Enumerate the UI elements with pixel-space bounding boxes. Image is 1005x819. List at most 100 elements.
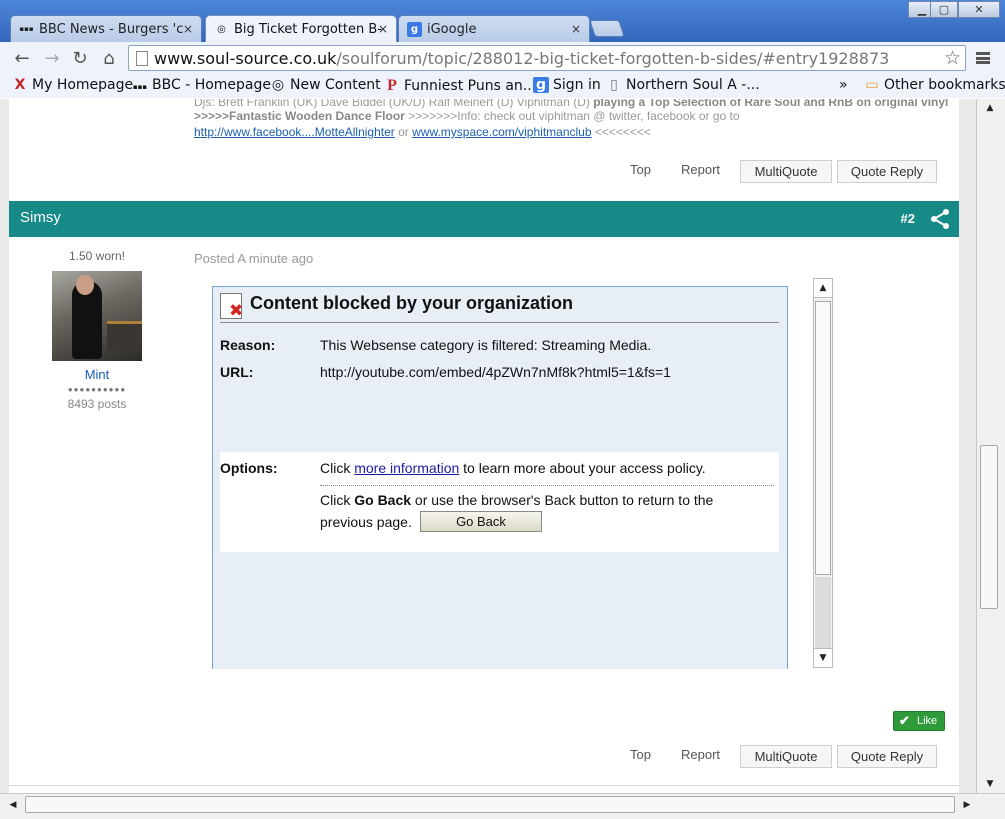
- multiquote-button[interactable]: MultiQuote: [740, 160, 832, 183]
- more-information-link[interactable]: more information: [354, 460, 459, 476]
- vertical-scrollbar[interactable]: ▲ ▼: [976, 99, 1005, 793]
- scrollbar-thumb[interactable]: [980, 445, 998, 609]
- soul-source-favicon-icon: ◎: [217, 24, 226, 35]
- browser-chrome: ▪▪▪ BBC News - Burgers 'c × ◎ Big Ticket…: [0, 0, 1005, 98]
- tab-igoogle[interactable]: g iGoogle ×: [398, 15, 590, 42]
- myspace-link[interactable]: www.myspace.com/viphitmanclub: [412, 125, 591, 139]
- page-icon: [136, 51, 148, 66]
- tab-bbc-news[interactable]: ▪▪▪ BBC News - Burgers 'c ×: [10, 15, 202, 42]
- like-label: Like: [917, 715, 938, 727]
- post-actions: Top Report MultiQuote Quote Reply: [623, 745, 943, 769]
- tab-label: Big Ticket Forgotten B-: [234, 22, 382, 37]
- navigation-toolbar: ← → ↻ ⌂ www.soul-source.co.uk/soulforum/…: [0, 42, 1005, 74]
- bookmark-sign-in[interactable]: g Sign in: [533, 77, 601, 93]
- google-favicon-icon: g: [407, 22, 422, 37]
- forum-content: Djs: Brett Franklin (UK) Dave Biddel (UK…: [9, 99, 959, 793]
- reason-label: Reason:: [220, 337, 276, 353]
- previous-post-text: Djs: Brett Franklin (UK) Dave Biddel (UK…: [194, 99, 949, 109]
- scroll-up-arrow-icon[interactable]: ▲: [980, 99, 1000, 117]
- scrollbar-thumb[interactable]: [25, 796, 955, 813]
- scroll-down-arrow-icon[interactable]: ▼: [980, 775, 1000, 793]
- multiquote-button[interactable]: MultiQuote: [740, 745, 832, 768]
- member-title[interactable]: Mint: [37, 367, 157, 382]
- tab-label: BBC News - Burgers 'c: [39, 22, 184, 37]
- new-tab-button[interactable]: [589, 20, 625, 37]
- report-link[interactable]: Report: [681, 747, 720, 762]
- maximize-button[interactable]: ▢: [930, 1, 958, 18]
- report-link[interactable]: Report: [681, 162, 720, 177]
- url-value: http://youtube.com/embed/4pZWn7nMf8k?htm…: [320, 364, 671, 380]
- reputation: 1.50 worn!: [68, 249, 126, 263]
- scroll-right-arrow-icon[interactable]: ▶: [958, 796, 976, 814]
- p-favicon-icon: P: [387, 77, 397, 94]
- checkmark-icon: ✔: [899, 713, 910, 728]
- bookmark-star-icon[interactable]: ☆: [944, 47, 961, 69]
- top-link[interactable]: Top: [630, 162, 651, 177]
- back-arrow-icon[interactable]: ←: [12, 49, 32, 69]
- post-number[interactable]: #2: [901, 211, 915, 226]
- tab-label: iGoogle: [427, 22, 477, 37]
- embed-scrollbar[interactable]: ▲ ▼: [813, 278, 833, 668]
- x-favicon-icon: X: [14, 77, 26, 93]
- post-author-name[interactable]: Simsy: [20, 209, 61, 226]
- post-header: Simsy #2: [9, 201, 959, 237]
- forward-arrow-icon[interactable]: →: [42, 49, 62, 69]
- close-tab-icon[interactable]: ×: [378, 16, 388, 43]
- blocked-embed-frame: ✖ Content blocked by your organization R…: [212, 286, 788, 669]
- share-icon[interactable]: [929, 208, 951, 230]
- url-label: URL:: [220, 364, 254, 380]
- tab-strip: ▪▪▪ BBC News - Burgers 'c × ◎ Big Ticket…: [0, 0, 1005, 43]
- go-back-instruction-cont: previous page.: [320, 514, 412, 530]
- avatar[interactable]: [52, 271, 142, 361]
- soul-source-favicon-icon: ◎: [271, 77, 285, 93]
- scroll-up-arrow-icon[interactable]: ▲: [814, 279, 832, 298]
- bookmark-other-bookmarks[interactable]: ▭ Other bookmarks: [864, 77, 1005, 93]
- posted-time: Posted A minute ago: [194, 251, 314, 266]
- home-icon[interactable]: ⌂: [99, 49, 119, 69]
- reason-value: This Websense category is filtered: Stre…: [320, 337, 652, 353]
- page-viewport: Djs: Brett Franklin (UK) Dave Biddel (UK…: [0, 99, 976, 793]
- bookmark-funniest-puns[interactable]: P Funniest Puns an...: [384, 77, 536, 95]
- go-back-instruction: Click Go Back or use the browser's Back …: [320, 492, 714, 508]
- facebook-link[interactable]: http://www.facebook....MotteAllnighter: [194, 125, 395, 139]
- close-tab-icon[interactable]: ×: [183, 16, 193, 42]
- google-favicon-icon: g: [533, 77, 549, 93]
- scroll-down-arrow-icon[interactable]: ▼: [814, 648, 832, 667]
- divider: [9, 785, 959, 786]
- bbc-favicon-icon: ▪▪▪: [19, 25, 34, 33]
- quote-reply-button[interactable]: Quote Reply: [837, 745, 937, 768]
- reload-icon[interactable]: ↻: [70, 49, 90, 69]
- tab-big-ticket[interactable]: ◎ Big Ticket Forgotten B- ×: [205, 15, 397, 43]
- bookmarks-bar: X My Homepage ▪▪▪ BBC - Homepage ◎ New Cont…: [0, 74, 1005, 98]
- bookmark-northern-soul[interactable]: ▯ Northern Soul A -...: [606, 77, 760, 93]
- bookmark-my-homepage[interactable]: X My Homepage: [12, 77, 134, 93]
- author-profile: 1.50 worn! Mint ●●●●●●●●●● 8493 posts: [37, 249, 157, 411]
- page-icon: ▯: [610, 77, 618, 93]
- blocked-header: ✖ Content blocked by your organization: [220, 293, 779, 323]
- folder-icon: ▭: [865, 77, 879, 93]
- bookmarks-overflow-chevron-icon[interactable]: »: [839, 77, 848, 93]
- close-window-button[interactable]: ✕: [958, 1, 1000, 18]
- options-line: Click more information to learn more abo…: [320, 460, 706, 476]
- rank-pips: ●●●●●●●●●●: [67, 385, 127, 394]
- scroll-left-arrow-icon[interactable]: ◀: [4, 796, 22, 814]
- options-box: Options: Click more information to learn…: [220, 452, 779, 552]
- scrollbar-thumb[interactable]: [815, 301, 831, 575]
- close-tab-icon[interactable]: ×: [571, 16, 581, 42]
- previous-post-actions: Top Report MultiQuote Quote Reply: [623, 160, 943, 184]
- address-bar[interactable]: www.soul-source.co.uk/soulforum/topic/28…: [128, 45, 966, 71]
- quote-reply-button[interactable]: Quote Reply: [837, 160, 937, 183]
- menu-icon[interactable]: [976, 52, 990, 64]
- horizontal-scrollbar[interactable]: ◀ ▶: [0, 793, 1005, 819]
- like-button[interactable]: ✔ Like: [893, 711, 945, 731]
- bookmark-new-content[interactable]: ◎ New Content: [270, 77, 381, 93]
- blocked-title: Content blocked by your organization: [250, 293, 574, 313]
- scrollbar-track[interactable]: [815, 577, 831, 648]
- url-text[interactable]: www.soul-source.co.uk/soulforum/topic/28…: [154, 49, 889, 68]
- top-link[interactable]: Top: [630, 747, 651, 762]
- bookmark-bbc-homepage[interactable]: ▪▪▪ BBC - Homepage: [132, 77, 271, 93]
- previous-post-text: >>>>>Fantastic Wooden Dance Floor >>>>>>…: [194, 109, 740, 123]
- post-count: 8493 posts: [67, 397, 127, 411]
- go-back-button[interactable]: Go Back: [420, 511, 542, 532]
- bbc-favicon-icon: ▪▪▪: [132, 83, 148, 91]
